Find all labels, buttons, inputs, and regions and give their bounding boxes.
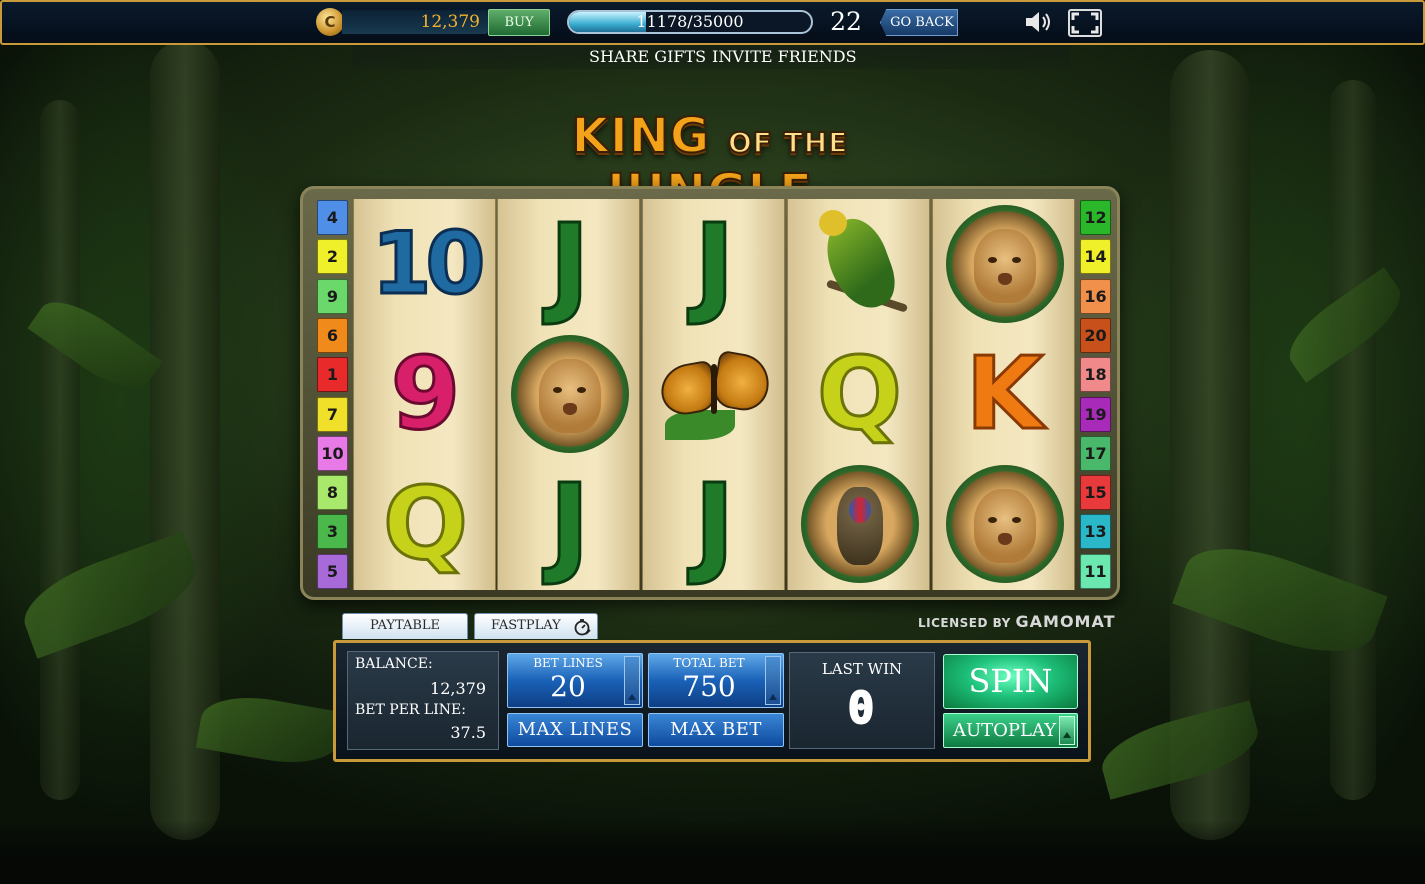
coin-icon: C <box>316 8 344 36</box>
payline-tab-6[interactable]: 6 <box>317 317 348 353</box>
xp-progress-bar: 11178/35000 <box>567 10 813 34</box>
total-bet-label: TOTAL BET <box>673 656 745 670</box>
spin-button[interactable]: SPIN <box>943 654 1078 709</box>
fullscreen-icon[interactable] <box>1068 9 1102 37</box>
reel-4: Q <box>787 199 930 590</box>
payline-tab-14[interactable]: 14 <box>1080 239 1111 275</box>
licensed-prefix: LICENSED BY <box>918 616 1011 630</box>
mandrill-icon <box>800 465 919 583</box>
payline-tab-4[interactable]: 4 <box>317 200 348 235</box>
payline-tab-11[interactable]: 11 <box>1080 553 1111 589</box>
symbol-butterfly <box>643 329 786 459</box>
symbol-ten: 10 <box>354 199 497 329</box>
paytable-tab[interactable]: PAYTABLE <box>342 613 468 639</box>
symbol-jack: J <box>643 459 786 589</box>
game-logo: KING OF THE JUNGLE <box>470 107 950 221</box>
logo-of-the: OF THE <box>727 125 849 160</box>
payline-tab-18[interactable]: 18 <box>1080 357 1111 393</box>
bet-lines-value: 20 <box>550 670 586 703</box>
symbol-queen-glyph: Q <box>381 465 469 582</box>
reel-2: J J <box>497 199 640 590</box>
speaker-icon[interactable] <box>1024 10 1054 34</box>
payline-tab-16[interactable]: 16 <box>1080 278 1111 314</box>
max-bet-button[interactable]: MAX BET <box>648 713 784 747</box>
autoplay-label: AUTOPLAY <box>953 720 1057 741</box>
symbol-jack-glyph: J <box>693 200 737 328</box>
max-lines-button[interactable]: MAX LINES <box>507 713 643 747</box>
lion-icon <box>945 465 1064 583</box>
buy-button[interactable]: BUY <box>488 9 550 36</box>
symbol-jack-glyph: J <box>548 460 592 588</box>
balance-value: 12,379 <box>430 679 486 698</box>
social-strip <box>352 45 1070 69</box>
reel-3: J J <box>642 199 785 590</box>
symbol-mandrill <box>788 459 931 589</box>
balance-label: BALANCE: <box>355 656 433 672</box>
total-bet-value: 750 <box>682 670 736 703</box>
autoplay-button[interactable]: AUTOPLAY <box>943 713 1078 748</box>
payline-tab-12[interactable]: 12 <box>1080 200 1111 235</box>
payline-tab-8[interactable]: 8 <box>317 475 348 511</box>
total-bet-box: TOTAL BET 750 <box>648 653 784 708</box>
bet-lines-box: BET LINES 20 <box>507 653 643 708</box>
symbol-jack-glyph: J <box>693 460 737 588</box>
bet-lines-label: BET LINES <box>533 656 603 670</box>
symbol-ten-glyph: 10 <box>370 214 487 314</box>
bet-lines-stepper[interactable] <box>624 656 640 705</box>
reel-1: 10 9 Q <box>353 199 496 590</box>
symbol-parrot <box>788 199 931 329</box>
symbol-lion <box>498 329 641 459</box>
symbol-queen: Q <box>354 459 497 589</box>
symbol-jack-glyph: J <box>548 200 592 328</box>
payline-tab-15[interactable]: 15 <box>1080 475 1111 511</box>
symbol-king: K <box>933 329 1076 459</box>
payline-tab-7[interactable]: 7 <box>317 396 348 432</box>
licensed-by-text: LICENSED BY GAMOMAT <box>918 612 1116 631</box>
parrot-icon <box>805 204 915 324</box>
payline-tab-3[interactable]: 3 <box>317 514 348 550</box>
symbol-queen: Q <box>788 329 931 459</box>
xp-progress-text: 11178/35000 <box>636 12 744 31</box>
payline-tab-9[interactable]: 9 <box>317 278 348 314</box>
coin-balance: 12,379 <box>342 10 488 34</box>
go-back-button[interactable]: GO BACK <box>880 9 958 36</box>
symbol-jack: J <box>498 199 641 329</box>
player-level: 22 <box>830 7 862 36</box>
symbol-nine: 9 <box>354 329 497 459</box>
payline-tab-13[interactable]: 13 <box>1080 514 1111 550</box>
last-win-value: 0 <box>847 682 877 735</box>
payline-tab-5[interactable]: 5 <box>317 553 348 589</box>
licensed-brand: GAMOMAT <box>1015 612 1116 631</box>
payline-tab-1[interactable]: 1 <box>317 357 348 393</box>
balance-panel: BALANCE: 12,379 BET PER LINE: 37.5 <box>347 651 499 750</box>
last-win-label: LAST WIN <box>821 660 903 678</box>
symbol-queen-glyph: Q <box>815 335 903 452</box>
bet-per-line-label: BET PER LINE: <box>355 702 466 718</box>
lion-icon <box>510 335 629 453</box>
symbol-lion <box>933 459 1076 589</box>
payline-tab-19[interactable]: 19 <box>1080 396 1111 432</box>
symbol-jack: J <box>498 459 641 589</box>
payline-tab-2[interactable]: 2 <box>317 239 348 275</box>
payline-tab-17[interactable]: 17 <box>1080 435 1111 471</box>
symbol-lion <box>933 199 1076 329</box>
fastplay-tab[interactable]: FASTPLAY <box>474 613 598 639</box>
payline-tab-10[interactable]: 10 <box>317 435 348 471</box>
payline-tab-20[interactable]: 20 <box>1080 317 1111 353</box>
symbol-jack: J <box>643 199 786 329</box>
symbol-nine-glyph: 9 <box>389 335 462 452</box>
logo-king: KING <box>571 107 711 165</box>
butterfly-icon <box>656 344 773 444</box>
last-win-panel: LAST WIN 0 <box>789 652 935 749</box>
symbol-king-glyph: K <box>964 335 1044 452</box>
invite-friends-link[interactable]: INVITE FRIENDS <box>712 47 857 66</box>
stopwatch-icon <box>573 618 591 636</box>
reel-5: K <box>932 199 1075 590</box>
lion-icon <box>945 205 1064 323</box>
total-bet-stepper[interactable] <box>765 656 781 705</box>
bet-per-line-value: 37.5 <box>450 723 486 742</box>
share-gifts-link[interactable]: SHARE GIFTS <box>589 47 706 66</box>
fastplay-label: FASTPLAY <box>491 618 561 633</box>
autoplay-stepper[interactable] <box>1059 716 1075 745</box>
